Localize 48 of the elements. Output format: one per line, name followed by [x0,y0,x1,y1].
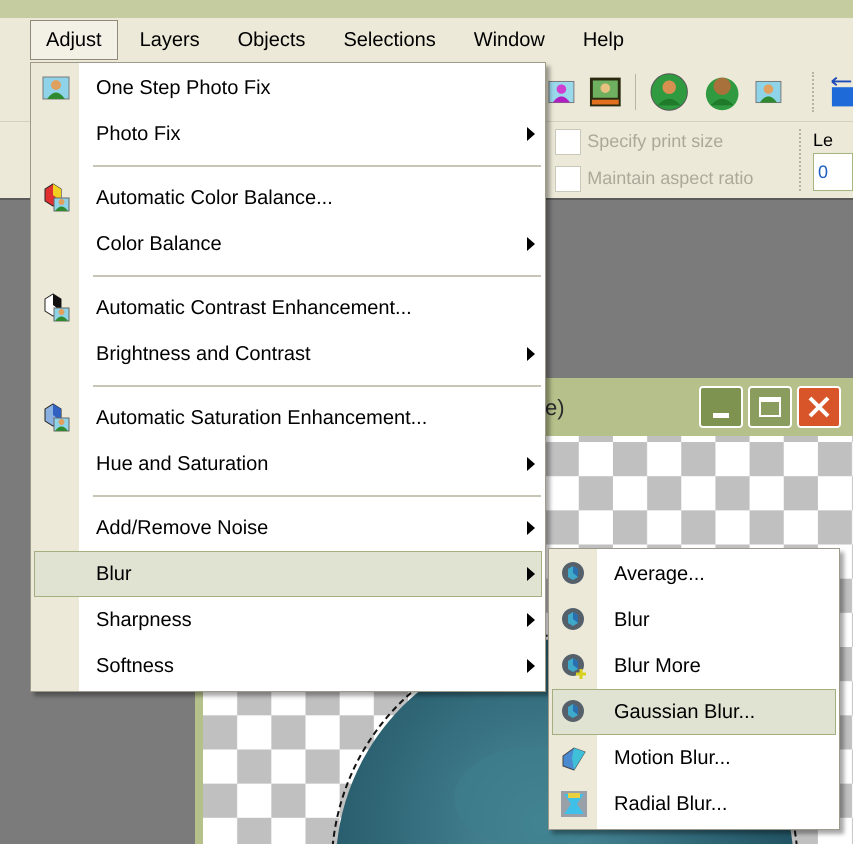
menu-item[interactable]: Average... [552,551,836,597]
window-title: e) [545,394,565,422]
menu-bar-item[interactable]: Window [458,20,561,60]
menu-item[interactable]: Gaussian Blur... [552,689,836,735]
menu-item[interactable]: Photo Fix [34,111,542,157]
submenu-arrow-icon [527,613,535,627]
menu-item[interactable]: Softness [34,643,542,689]
menu-item[interactable]: Automatic Saturation Enhancement... [34,395,542,441]
maximize-button[interactable] [748,386,792,428]
submenu-arrow-icon [527,457,535,471]
menu-item[interactable]: Motion Blur... [552,735,836,781]
cube-plus-icon [560,652,588,680]
menu-item[interactable]: Brightness and Contrast [34,331,542,377]
field-label: Le [813,129,834,151]
submenu-arrow-icon [527,347,535,361]
submenu-arrow-icon [527,521,535,535]
submenu-arrow-icon [527,659,535,673]
menu-item[interactable]: Add/Remove Noise [34,505,542,551]
person-toolbar-icon [548,80,575,104]
jpg-file-icon[interactable] [830,74,853,108]
menu-bar-item[interactable]: Selections [327,20,452,60]
close-button[interactable] [797,386,841,428]
close-icon [808,396,830,418]
person-frame-icon [755,80,782,104]
menu-item[interactable]: Color Balance [34,221,542,267]
menu-bar-item[interactable]: Help [566,20,640,60]
menu-item[interactable]: Automatic Color Balance... [34,175,542,221]
photo-person-icon [42,76,70,100]
submenu-arrow-icon [527,237,535,251]
menu-item[interactable]: Hue and Saturation [34,441,542,487]
menu-item[interactable]: Blur [552,597,836,643]
person-circle-icon[interactable] [650,72,689,112]
menu-item[interactable]: Sharpness [34,597,542,643]
minimize-button[interactable] [699,386,743,428]
menu-item[interactable]: Blur [34,551,542,597]
submenu-arrow-icon [527,127,535,141]
checkbox-label: Specify print size [587,130,724,153]
radial-icon [560,790,588,818]
submenu-arrow-icon [527,567,535,581]
menu-bar-item[interactable]: Layers [124,20,216,60]
menu-item[interactable]: Blur More [552,643,836,689]
menu-item[interactable]: Automatic Contrast Enhancement... [34,285,542,331]
checkbox-label: Maintain aspect ratio [587,167,754,190]
menu-item[interactable]: Radial Blur... [552,781,836,827]
menu-bar-item[interactable]: Adjust [30,20,118,60]
input-field[interactable]: 0 [813,153,853,191]
menu-bar-item[interactable]: Objects [222,20,322,60]
film-icon[interactable] [588,76,622,108]
